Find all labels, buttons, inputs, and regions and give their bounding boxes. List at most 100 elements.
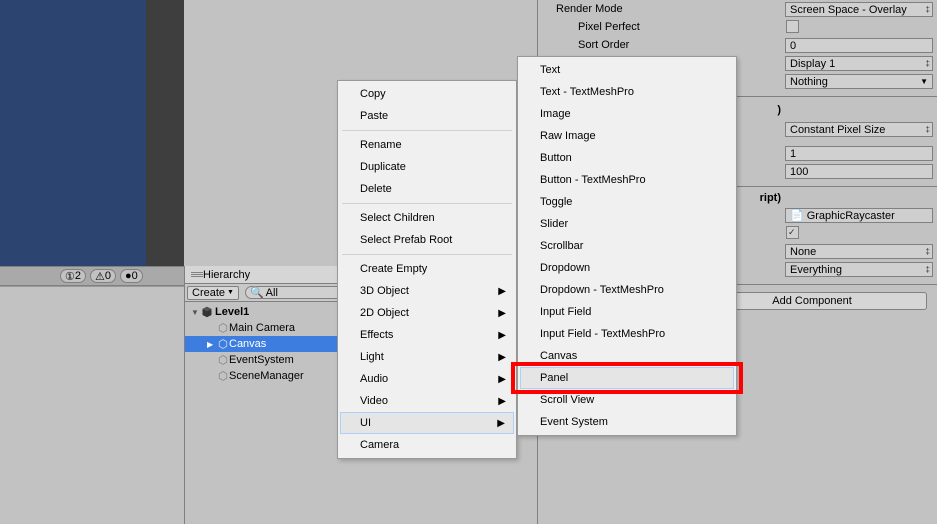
ctx-ui-input-field[interactable]: Input Field	[520, 301, 734, 323]
ctx-camera[interactable]: Camera	[340, 434, 514, 456]
ctx-effects[interactable]: Effects▶	[340, 324, 514, 346]
ctx-select-prefab-root: Select Prefab Root	[340, 229, 514, 251]
scene-toolbar: ① 2 ⚠ 0 ● 0	[0, 266, 184, 286]
item-label: EventSystem	[229, 354, 294, 366]
ignore-dropdown[interactable]: None ‡	[785, 244, 933, 259]
sort-order-label: Sort Order	[578, 39, 778, 51]
item-label: Main Camera	[229, 322, 295, 334]
render-mode-label: Render Mode	[556, 3, 716, 15]
hierarchy-tab-label: Hierarchy	[203, 269, 250, 281]
ctx-paste[interactable]: Paste	[340, 105, 514, 127]
ctx-ui-dropdown-tmp[interactable]: Dropdown - TextMeshPro	[520, 279, 734, 301]
ctx-ui-image[interactable]: Image	[520, 103, 734, 125]
submenu-arrow-icon: ▶	[498, 374, 506, 385]
ui-scale-dropdown[interactable]: Constant Pixel Size ‡	[785, 122, 933, 137]
script-label-partial: ript)	[760, 192, 781, 204]
ref-px-field[interactable]: 100	[785, 164, 933, 179]
stat-value-1: 2	[75, 270, 81, 282]
stat-pill-2[interactable]: ⚠ 0	[90, 269, 116, 283]
add-component-label: Add Component	[772, 295, 852, 307]
bottom-panel	[0, 286, 184, 524]
sort-order-field[interactable]: 0	[785, 38, 933, 53]
ignore-value: None	[790, 246, 816, 258]
raycaster-checkbox[interactable]	[786, 226, 799, 239]
dropdown-icon: ‡	[926, 5, 928, 14]
pixel-perfect-label: Pixel Perfect	[578, 21, 778, 33]
ctx-select-children[interactable]: Select Children	[340, 207, 514, 229]
gameobject-icon	[217, 354, 229, 366]
script-field[interactable]: 📄 GraphicRaycaster	[785, 208, 933, 223]
ctx-delete[interactable]: Delete	[340, 178, 514, 200]
scene-view[interactable]	[0, 0, 146, 266]
ctx-ui-canvas[interactable]: Canvas	[520, 345, 734, 367]
dropdown-icon: ‡	[926, 59, 928, 68]
ctx-ui-button-tmp[interactable]: Button - TextMeshPro	[520, 169, 734, 191]
submenu-arrow-icon: ▶	[498, 396, 506, 407]
ctx-rename[interactable]: Rename	[340, 134, 514, 156]
ctx-copy[interactable]: Copy	[340, 83, 514, 105]
ctx-audio[interactable]: Audio▶	[340, 368, 514, 390]
separator	[342, 130, 512, 131]
ctx-ui-input-field-tmp[interactable]: Input Field - TextMeshPro	[520, 323, 734, 345]
create-label: Create	[192, 287, 225, 299]
ui-scale-value: Constant Pixel Size	[790, 124, 885, 136]
blocking-dropdown[interactable]: Everything ‡	[785, 262, 933, 277]
gameobject-icon	[217, 322, 229, 334]
render-mode-value: Screen Space - Overlay	[790, 4, 907, 16]
dropdown-icon: ‡	[926, 265, 928, 274]
ctx-video[interactable]: Video▶	[340, 390, 514, 412]
ctx-ui-panel[interactable]: Panel	[520, 367, 734, 389]
ctx-3d-object[interactable]: 3D Object▶	[340, 280, 514, 302]
scene-name: Level1	[215, 306, 249, 318]
ctx-ui-text-tmp[interactable]: Text - TextMeshPro	[520, 81, 734, 103]
additional-shader-dropdown[interactable]: Nothing ▼	[785, 74, 933, 89]
ctx-duplicate[interactable]: Duplicate	[340, 156, 514, 178]
stat-value-3: 0	[132, 270, 138, 282]
component-partial-label: )	[777, 104, 781, 116]
additional-shader-value: Nothing	[790, 76, 828, 88]
search-icon: 🔍	[250, 286, 264, 299]
submenu-arrow-icon: ▶	[498, 308, 506, 319]
submenu-arrow-icon: ▶	[497, 418, 505, 429]
ctx-ui-text[interactable]: Text	[520, 59, 734, 81]
chevron-down-icon: ▼	[227, 289, 234, 296]
ctx-ui-toggle[interactable]: Toggle	[520, 191, 734, 213]
stat-pill-3[interactable]: ● 0	[120, 269, 143, 283]
unity-icon	[201, 306, 213, 318]
render-mode-dropdown[interactable]: Screen Space - Overlay ‡	[785, 2, 933, 17]
script-value: GraphicRaycaster	[807, 210, 895, 222]
drag-grip-icon	[191, 272, 203, 277]
dropdown-icon: ‡	[926, 125, 928, 134]
ctx-ui-raw-image[interactable]: Raw Image	[520, 125, 734, 147]
warning-icon: ⚠	[95, 270, 105, 283]
submenu-arrow-icon: ▶	[498, 352, 506, 363]
create-button[interactable]: Create ▼	[187, 286, 239, 300]
info-icon: ①	[65, 270, 75, 283]
scene-background	[0, 0, 184, 266]
gameobject-icon	[217, 338, 229, 350]
ctx-ui-scroll-view[interactable]: Scroll View	[520, 389, 734, 411]
ctx-ui-button[interactable]: Button	[520, 147, 734, 169]
target-display-dropdown[interactable]: Display 1 ‡	[785, 56, 933, 71]
item-label: SceneManager	[229, 370, 304, 382]
ctx-ui-slider[interactable]: Slider	[520, 213, 734, 235]
scale-factor-field[interactable]: 1	[785, 146, 933, 161]
ctx-ui[interactable]: UI▶	[340, 412, 514, 434]
ctx-ui-scrollbar[interactable]: Scrollbar	[520, 235, 734, 257]
chevron-down-icon: ▼	[920, 77, 928, 86]
expand-arrow-icon[interactable]: ▼	[191, 308, 201, 317]
ctx-ui-dropdown[interactable]: Dropdown	[520, 257, 734, 279]
ctx-light[interactable]: Light▶	[340, 346, 514, 368]
context-menu-main: Copy Paste Rename Duplicate Delete Selec…	[337, 80, 517, 459]
ctx-create-empty[interactable]: Create Empty	[340, 258, 514, 280]
item-label: Canvas	[229, 338, 266, 350]
separator	[342, 203, 512, 204]
ctx-ui-event-system[interactable]: Event System	[520, 411, 734, 433]
expand-arrow-icon[interactable]: ▶	[207, 340, 217, 349]
stat-pill-1[interactable]: ① 2	[60, 269, 86, 283]
ctx-2d-object[interactable]: 2D Object▶	[340, 302, 514, 324]
blocking-value: Everything	[790, 264, 842, 276]
search-placeholder: All	[266, 287, 278, 299]
submenu-arrow-icon: ▶	[498, 286, 506, 297]
pixel-perfect-checkbox[interactable]	[786, 20, 799, 33]
